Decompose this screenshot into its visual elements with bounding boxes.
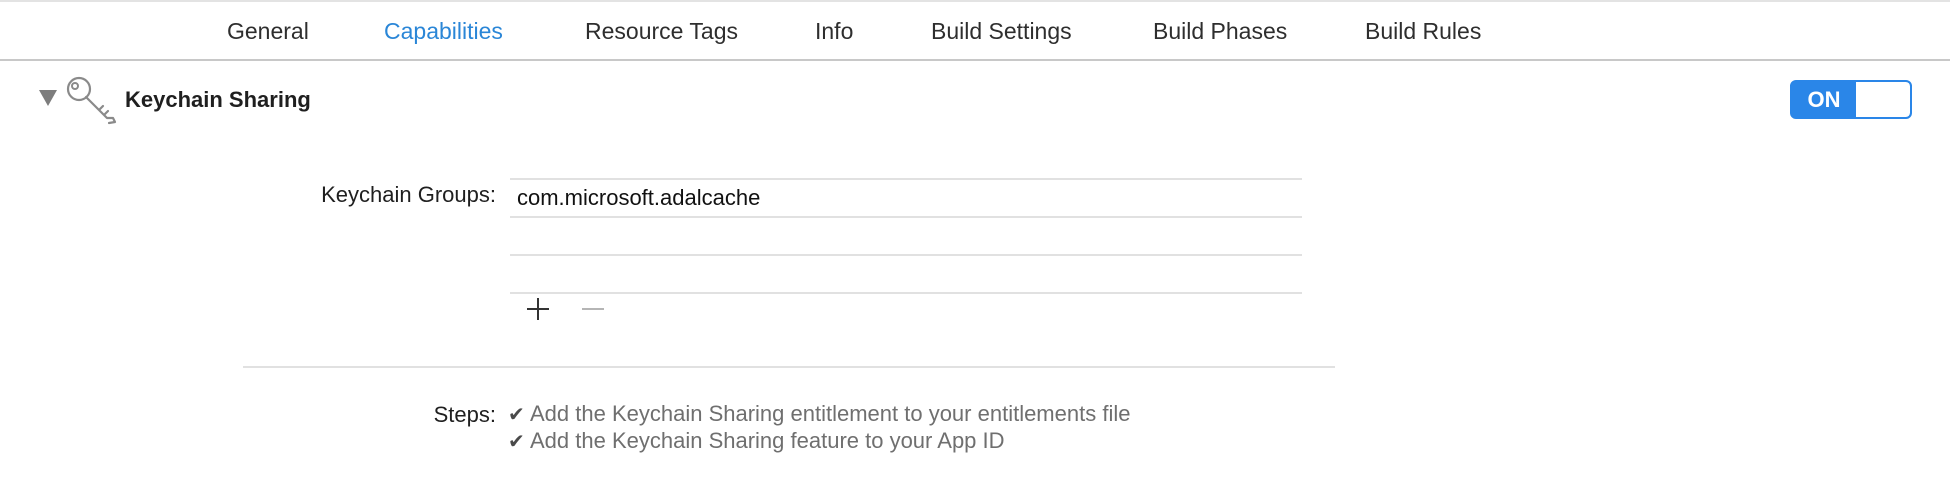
checkmark-icon: ✔ [508,404,525,426]
tab-general[interactable]: General [227,18,309,45]
toggle-on-label: ON [1807,87,1841,112]
keychain-groups-label: Keychain Groups: [321,182,496,207]
key-icon [66,76,117,125]
keychain-groups-table: com.microsoft.adalcache [510,178,1302,294]
table-row[interactable]: com.microsoft.adalcache [510,178,1302,216]
tab-bar: General Capabilities Resource Tags Info … [0,0,1950,61]
capabilities-page: General Capabilities Resource Tags Info … [0,0,1950,480]
checkmark-icon: ✔ [508,431,525,453]
tab-resource-tags[interactable]: Resource Tags [585,18,738,45]
table-row[interactable] [510,254,1302,294]
tab-build-phases[interactable]: Build Phases [1153,18,1287,45]
step-text: Add the Keychain Sharing entitlement to … [530,401,1131,426]
toggle-knob [1856,82,1910,117]
capability-title: Keychain Sharing [125,87,311,112]
divider [243,366,1335,368]
list-item: ✔ Add the Keychain Sharing feature to you… [508,427,1130,454]
tab-build-rules[interactable]: Build Rules [1365,18,1481,45]
table-row[interactable] [510,216,1302,254]
disclosure-triangle-icon[interactable] [39,90,57,106]
capability-toggle[interactable]: ON [1790,80,1912,119]
list-item: ✔ Add the Keychain Sharing entitlement to… [508,400,1130,427]
remove-group-button[interactable] [581,297,605,321]
tab-capabilities[interactable]: Capabilities [384,18,503,45]
step-text: Add the Keychain Sharing feature to your… [530,428,1005,453]
steps-label: Steps: [433,402,496,427]
tab-build-settings[interactable]: Build Settings [931,18,1072,45]
add-group-button[interactable] [526,297,550,321]
tab-info[interactable]: Info [815,18,853,45]
steps-list: ✔ Add the Keychain Sharing entitlement to… [508,400,1130,454]
